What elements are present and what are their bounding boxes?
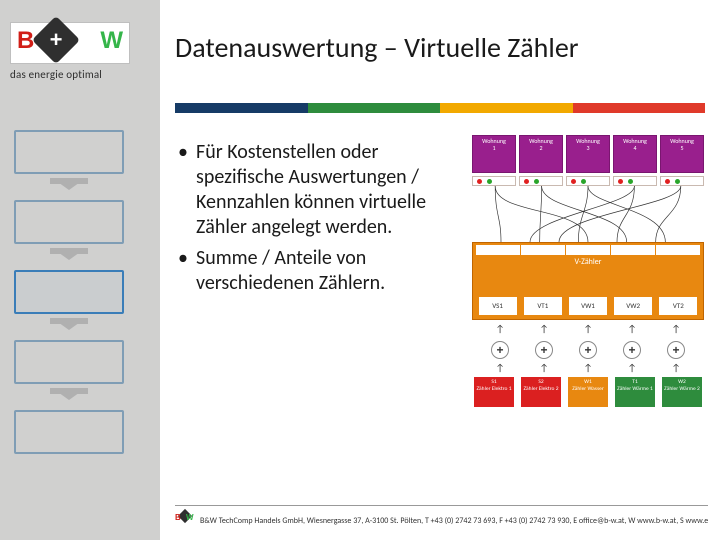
arrow-up-icon: ↑ (539, 361, 548, 374)
nav-step-4 (14, 340, 124, 384)
arrow-up-icon: ↑ (671, 361, 680, 374)
nav-step-5 (14, 410, 124, 454)
zaehler-box: W1Zähler Wasser (568, 377, 608, 407)
diagram-zaehler-row: S1Zähler Elektro 1 S2Zähler Elektro 2 W1… (472, 377, 704, 407)
mid-port-icon (476, 245, 520, 255)
logo-letter-w: W (100, 29, 123, 53)
vz-box: VW2 (614, 297, 652, 315)
zaehler-box: S1Zähler Elektro 1 (474, 377, 514, 407)
zaehler-box: T1Zähler Wärme 1 (615, 377, 655, 407)
logo: B + W das energie optimal (10, 22, 130, 81)
page-title: Datenauswertung – Virtuelle Zähler (175, 30, 700, 65)
nav-arrow-icon (14, 180, 124, 194)
logo-letter-b: B (17, 29, 34, 53)
footer-logo-icon: BW (175, 510, 195, 530)
footer-divider (175, 505, 708, 506)
wohnung-box: Wohnung4 (613, 135, 657, 173)
nav-step-1 (14, 130, 124, 174)
body-text: Für Kostenstellen oder spezifische Auswe… (178, 140, 463, 302)
io-icon (472, 176, 516, 186)
diagram-plus-row: + + + + + (478, 341, 698, 359)
vz-box: VW1 (569, 297, 607, 315)
mid-port-icon (611, 245, 655, 255)
nav-step-3 (14, 270, 124, 314)
wohnung-box: Wohnung1 (472, 135, 516, 173)
nav-arrow-icon (14, 320, 124, 334)
plus-icon: + (579, 341, 597, 359)
diagram-row-wohnungen: Wohnung1 Wohnung2 Wohnung3 Wohnung4 Wohn… (468, 135, 708, 173)
arrow-up-icon: ↑ (583, 361, 592, 374)
plus-icon: + (491, 341, 509, 359)
nav-arrow-icon (14, 390, 124, 404)
vz-box: VT1 (524, 297, 562, 315)
logo-plus-icon: + (32, 16, 80, 64)
diagram-arrow-row: ↑ ↑ ↑ ↑ ↑ (478, 322, 698, 335)
io-icon (660, 176, 704, 186)
plus-icon: + (535, 341, 553, 359)
arrow-up-icon: ↑ (539, 322, 548, 335)
sidebar-nav (14, 130, 124, 460)
logo-subtitle: das energie optimal (10, 68, 130, 81)
diagram-mid-block: V-Zähler VS1 VT1 VW1 VW2 VT2 (472, 242, 704, 320)
accent-bar (175, 103, 705, 113)
zaehler-box: W2Zähler Wärme 2 (662, 377, 702, 407)
arrow-up-icon: ↑ (627, 322, 636, 335)
wohnung-box: Wohnung5 (660, 135, 704, 173)
io-icon (519, 176, 563, 186)
nav-step-2 (14, 200, 124, 244)
footer-text: B&W TechComp Handels GmbH, Wiesnergasse … (200, 516, 708, 526)
logo-graphic: B + W (10, 22, 130, 64)
nav-arrow-icon (14, 250, 124, 264)
diagram-arrow-row: ↑ ↑ ↑ ↑ ↑ (478, 361, 698, 374)
mid-label: V-Zähler (473, 257, 703, 267)
arrow-up-icon: ↑ (627, 361, 636, 374)
wohnung-box: Wohnung2 (519, 135, 563, 173)
arrow-up-icon: ↑ (495, 322, 504, 335)
diagram-row-io (468, 173, 708, 186)
mid-port-icon (566, 245, 610, 255)
io-icon (613, 176, 657, 186)
bullet-item: Für Kostenstellen oder spezifische Auswe… (178, 140, 463, 240)
slide: B + W das energie optimal Datenauswertun… (0, 0, 720, 540)
sidebar: B + W das energie optimal (0, 0, 160, 540)
wohnung-box: Wohnung3 (566, 135, 610, 173)
bullet-item: Summe / Anteile von verschiedenen Zähler… (178, 246, 463, 296)
diagram-wires (472, 186, 704, 242)
plus-icon: + (667, 341, 685, 359)
vz-box: VS1 (479, 297, 517, 315)
diagram: Wohnung1 Wohnung2 Wohnung3 Wohnung4 Wohn… (468, 135, 708, 407)
vz-box: VT2 (659, 297, 697, 315)
mid-port-icon (656, 245, 700, 255)
arrow-up-icon: ↑ (671, 322, 680, 335)
io-icon (566, 176, 610, 186)
mid-port-icon (521, 245, 565, 255)
arrow-up-icon: ↑ (583, 322, 592, 335)
zaehler-box: S2Zähler Elektro 2 (521, 377, 561, 407)
arrow-up-icon: ↑ (495, 361, 504, 374)
plus-icon: + (623, 341, 641, 359)
